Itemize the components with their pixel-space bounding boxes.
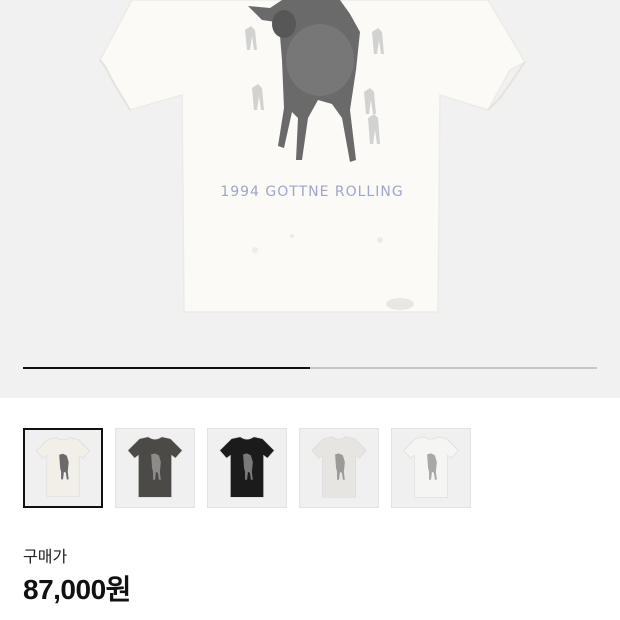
tshirt-thumbnail-icon [36,437,90,497]
thumbnail-white[interactable] [23,428,103,508]
thumbnail-light-gray[interactable] [299,428,379,508]
tshirt-thumbnail-icon [127,436,183,498]
price-label: 구매가 [23,549,68,566]
price-value: 87,000원 [23,574,131,605]
shirt-print-text: 1994 GOTTNE ROLLING [220,184,403,200]
tshirt-thumbnail-icon [311,436,367,498]
tshirt-thumbnail-icon [219,436,275,498]
tshirt-main-image: 1994 GOTTNE ROLLING [99,0,527,313]
tshirt-thumbnail-icon [403,436,459,498]
carousel-progress-bar [23,367,597,369]
product-image-carousel[interactable]: 1994 GOTTNE ROLLING [0,0,620,398]
thumbnail-charcoal[interactable] [115,428,195,508]
thumbnail-off-white[interactable] [391,428,471,508]
thumbnail-black[interactable] [207,428,287,508]
thumbnail-strip [23,428,483,508]
carousel-progress-fill [23,367,310,369]
